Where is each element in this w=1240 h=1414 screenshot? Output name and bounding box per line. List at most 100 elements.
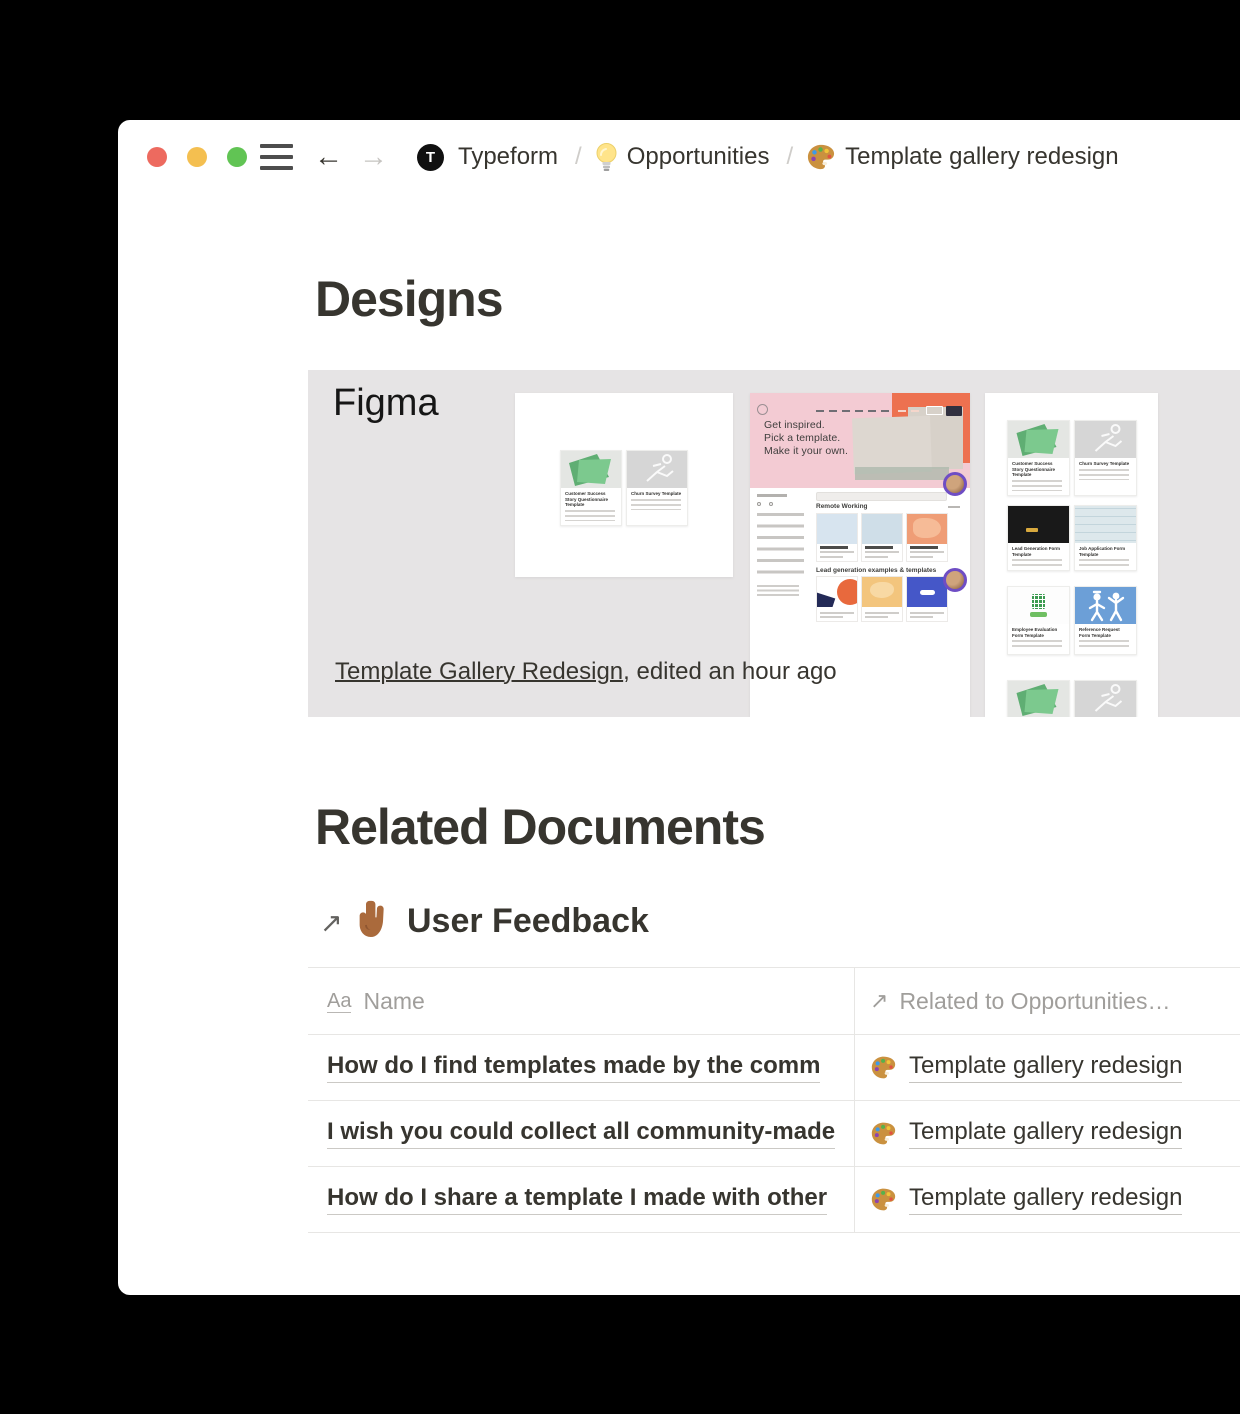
related-page-link[interactable]: Template gallery redesign xyxy=(909,1052,1182,1083)
column-header-label: Related to Opportunities… xyxy=(899,988,1170,1015)
mock-sidebar xyxy=(757,494,807,597)
breadcrumb-item-page[interactable]: Template gallery redesign xyxy=(845,143,1118,171)
table-row[interactable]: How do I share a template I made with ot… xyxy=(308,1167,1240,1233)
template-card-pair: Employee Evaluation Form Template Refere… xyxy=(1007,586,1137,655)
mock-signin-button xyxy=(946,406,962,416)
nav-placeholder xyxy=(881,410,889,412)
table-row[interactable]: I wish you could collect all community-m… xyxy=(308,1101,1240,1167)
card-description-lines xyxy=(565,510,615,521)
card-description-lines xyxy=(1079,559,1129,566)
placeholder-lines xyxy=(757,513,804,579)
card-title: Employee Evaluation Form Template xyxy=(1012,627,1065,638)
breadcrumb-separator: / xyxy=(575,143,582,171)
breadcrumb-separator: / xyxy=(786,143,793,171)
related-documents-heading: Related Documents xyxy=(315,798,765,856)
envelope-image xyxy=(1008,421,1069,458)
mock-radio-row xyxy=(757,502,807,506)
card-description-lines xyxy=(1079,640,1129,650)
user-feedback-table: Aa Name ↗ Related to Opportunities… How … xyxy=(308,967,1240,1233)
sidebar-menu-icon[interactable] xyxy=(260,144,293,170)
typeform-logo-icon[interactable]: T xyxy=(417,144,444,171)
runner-image xyxy=(1075,421,1136,458)
palette-icon xyxy=(870,1187,897,1212)
card-description-lines xyxy=(1079,469,1129,480)
placeholder-lines xyxy=(757,585,799,597)
nav-placeholder xyxy=(911,410,919,412)
palette-icon xyxy=(870,1055,897,1080)
nav-placeholder xyxy=(868,410,876,412)
mock-signup-button xyxy=(926,406,943,415)
mock-section-label: Remote Working xyxy=(816,503,868,510)
envelope-image xyxy=(1008,681,1069,717)
row-title-link[interactable]: How do I find templates made by the comm xyxy=(327,1052,820,1083)
placeholder-line xyxy=(948,506,960,508)
figma-embed[interactable]: Figma Customer Success Story Questionnai… xyxy=(308,370,1240,717)
embed-caption-suffix: , edited an hour ago xyxy=(623,658,837,685)
column-header-name[interactable]: Aa Name xyxy=(308,968,855,1034)
template-card-pair: Customer Success Story Questionnaire Tem… xyxy=(1007,420,1137,496)
relation-property-icon: ↗ xyxy=(870,988,888,1014)
paper-image xyxy=(1075,506,1136,543)
template-card: Churn Survey Template xyxy=(626,450,688,526)
related-page-link[interactable]: Template gallery redesign xyxy=(909,1184,1182,1215)
linked-database-title[interactable]: User Feedback xyxy=(407,902,649,941)
pointing-finger-icon xyxy=(358,899,390,944)
figma-file-link[interactable]: Template Gallery Redesign xyxy=(335,658,623,685)
nav-placeholder xyxy=(829,410,837,412)
designs-heading: Designs xyxy=(315,270,503,328)
table-header-row: Aa Name ↗ Related to Opportunities… xyxy=(308,967,1240,1035)
mock-search-input xyxy=(816,492,947,501)
calculator-image xyxy=(1008,587,1069,624)
mock-logo-icon xyxy=(757,404,768,415)
envelope-image xyxy=(561,451,621,488)
related-page-link[interactable]: Template gallery redesign xyxy=(909,1118,1182,1149)
zoom-window-button[interactable] xyxy=(227,147,247,167)
template-card-pair xyxy=(1007,680,1137,717)
open-database-arrow-icon: ↗ xyxy=(320,908,343,939)
card-title: Customer Success Story Questionnaire Tem… xyxy=(1012,461,1065,478)
minimize-window-button[interactable] xyxy=(187,147,207,167)
figma-frame-3: Customer Success Story Questionnaire Tem… xyxy=(985,393,1158,717)
card-description-lines xyxy=(1012,480,1062,491)
back-icon[interactable]: ← xyxy=(314,141,343,174)
close-window-button[interactable] xyxy=(147,147,167,167)
template-card: Customer Success Story Questionnaire Tem… xyxy=(560,450,622,526)
card-description-lines xyxy=(1012,559,1062,566)
avatar xyxy=(943,472,967,496)
card-title: Customer Success Story Questionnaire Tem… xyxy=(565,491,617,508)
nav-placeholder xyxy=(855,410,863,412)
forward-icon[interactable]: → xyxy=(359,141,388,174)
table-row[interactable]: How do I find templates made by the comm… xyxy=(308,1035,1240,1101)
palette-icon xyxy=(870,1121,897,1146)
breadcrumb-item-opportunities[interactable]: Opportunities xyxy=(627,143,770,171)
row-title-link[interactable]: I wish you could collect all community-m… xyxy=(327,1118,835,1149)
nav-placeholder xyxy=(816,410,824,412)
breadcrumb-workspace[interactable]: Typeform xyxy=(458,143,558,171)
dark-form-image xyxy=(1008,506,1069,543)
hero-screenshot xyxy=(852,416,932,475)
headline-line: Pick a template. xyxy=(764,432,848,445)
app-window: ← → T Typeform / Opportunities / Templat… xyxy=(118,120,1240,1295)
embed-caption: Template Gallery Redesign, edited an hou… xyxy=(335,658,837,686)
mock-headline: Get inspired. Pick a template. Make it y… xyxy=(764,419,848,458)
people-image xyxy=(1075,587,1136,624)
nav-placeholder xyxy=(842,410,850,412)
mock-hero: Get inspired. Pick a template. Make it y… xyxy=(750,393,970,488)
card-description-lines xyxy=(631,499,681,510)
runner-image xyxy=(1075,681,1136,717)
runner-image xyxy=(627,451,687,488)
headline-line: Get inspired. xyxy=(764,419,848,432)
mock-section-label: Lead generation examples & templates xyxy=(816,567,936,574)
template-card-pair: Lead Generation Form Template Job Applic… xyxy=(1007,505,1137,571)
title-property-icon: Aa xyxy=(327,990,351,1013)
card-title: Reference Request Form Template xyxy=(1079,627,1132,638)
template-card-pair: Customer Success Story Questionnaire Tem… xyxy=(560,450,688,526)
hero-photo-strip xyxy=(855,467,949,480)
column-header-related[interactable]: ↗ Related to Opportunities… xyxy=(855,968,1240,1034)
card-title: Churn Survey Template xyxy=(1079,461,1132,467)
row-title-link[interactable]: How do I share a template I made with ot… xyxy=(327,1184,827,1215)
nav-placeholder xyxy=(898,410,906,412)
card-description-lines xyxy=(1012,640,1062,647)
headline-line: Make it your own. xyxy=(764,445,848,458)
breadcrumb: ← → T Typeform / Opportunities / Templat… xyxy=(314,138,1240,176)
